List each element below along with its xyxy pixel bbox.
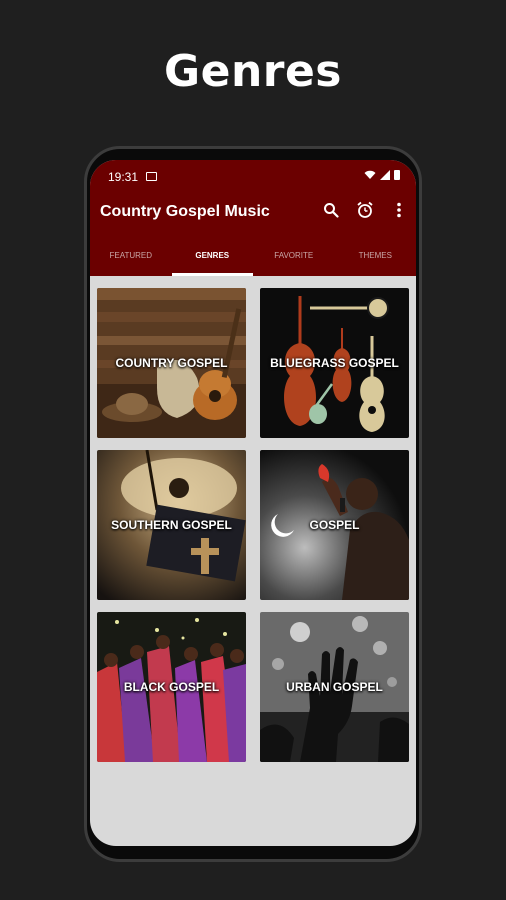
signal-icon [380,170,390,180]
more-options-button[interactable] [390,200,408,220]
genre-label: BLUEGRASS GOSPEL [270,356,399,370]
more-vert-icon [397,202,401,218]
genre-label: SOUTHERN GOSPEL [111,518,232,532]
genre-card-urban-gospel[interactable]: URBAN GOSPEL [260,612,409,762]
app-bar: 19:31 Country Gospel Music FEATURED GENR… [90,160,416,276]
genre-label: GOSPEL [309,518,360,532]
genre-card-southern-gospel[interactable]: SOUTHERN GOSPEL [97,450,246,600]
tab-favorite[interactable]: FAVORITE [253,242,335,276]
headline: Genres [163,46,342,97]
image-notification-icon [146,172,157,181]
battery-icon [394,170,400,180]
app-title: Country Gospel Music [100,203,270,220]
genre-label: URBAN GOSPEL [286,680,383,694]
phone-screen: 19:31 Country Gospel Music FEATURED GENR… [90,160,416,846]
alarm-button[interactable] [356,200,374,220]
toolbar-actions [322,200,408,220]
genre-card-country-gospel[interactable]: COUNTRY GOSPEL [97,288,246,438]
genre-card-bluegrass-gospel[interactable]: BLUEGRASS GOSPEL [260,288,409,438]
wifi-icon [364,170,376,179]
genre-card-black-gospel[interactable]: BLACK GOSPEL [97,612,246,762]
tab-bar: FEATURED GENRES FAVORITE THEMES [90,242,416,276]
system-icons [364,170,400,180]
genre-card-gospel[interactable]: GOSPEL [260,450,409,600]
search-button[interactable] [322,200,340,220]
genre-label: BLACK GOSPEL [123,680,220,694]
tab-featured[interactable]: FEATURED [90,242,172,276]
genre-label: COUNTRY GOSPEL [115,356,228,370]
status-time: 19:31 [108,170,139,184]
alarm-icon [357,201,373,218]
tab-genres[interactable]: GENRES [171,242,254,276]
tab-themes[interactable]: THEMES [335,242,417,276]
status-bar: 19:31 [108,170,400,188]
search-icon [324,203,339,218]
